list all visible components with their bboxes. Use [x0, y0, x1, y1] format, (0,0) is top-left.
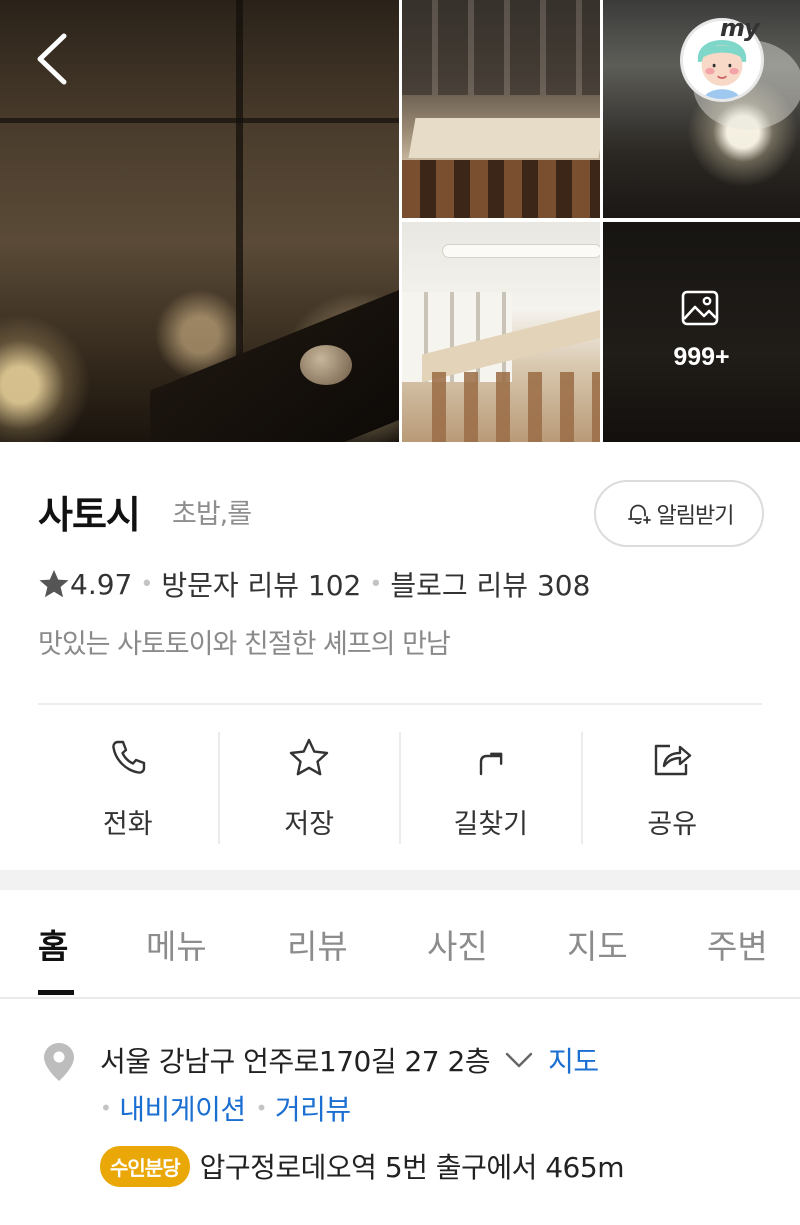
tab-bar: 홈 메뉴 리뷰 사진 지도 주변 — [0, 890, 800, 998]
chevron-down-icon[interactable] — [502, 1048, 536, 1072]
separator-dot: • — [100, 1096, 112, 1120]
divider — [38, 703, 762, 705]
tab-map[interactable]: 지도 — [567, 920, 628, 968]
photo-detail — [402, 160, 600, 218]
save-button[interactable]: 저장 — [217, 732, 400, 844]
address-row: 서울 강남구 언주로170길 27 2층 지도 — [100, 1038, 599, 1082]
call-label: 전화 — [102, 809, 153, 840]
directions-icon — [479, 752, 503, 776]
alarm-label: 알림받기 — [656, 503, 735, 529]
separator-dot: • — [255, 1096, 268, 1120]
tab-nearby[interactable]: 주변 — [707, 920, 768, 968]
tab-home[interactable]: 홈 — [38, 920, 68, 968]
subway-line-badge: 수인분당 — [100, 1145, 190, 1187]
photo-detail — [408, 118, 600, 158]
address-text: 서울 강남구 언주로170길 27 2층 — [100, 1045, 491, 1078]
chevron-left-icon — [37, 33, 67, 85]
directions-button[interactable]: 길찾기 — [399, 732, 581, 844]
photo-detail — [150, 269, 399, 442]
place-tagline: 맛있는 사토토이와 친절한 셰프의 만남 — [38, 629, 451, 660]
photo-thumbnail-3[interactable] — [402, 222, 600, 442]
action-bar: 전화 저장 길찾기 공유 — [38, 732, 762, 844]
star-icon — [290, 738, 329, 776]
rating-row: 4.97 • 방문자 리뷰 102 • 블로그 리뷰 308 — [38, 564, 590, 604]
navigation-link[interactable]: 내비게이션 — [119, 1088, 246, 1128]
divider — [0, 997, 800, 999]
street-view-link[interactable]: 거리뷰 — [275, 1088, 351, 1128]
rating-value: 4.97 — [70, 567, 133, 601]
phone-icon — [111, 740, 145, 774]
subway-row: 수인분당 압구정로데오역 5번 출구에서 465m — [100, 1144, 624, 1188]
photo-thumbnail-1[interactable] — [402, 0, 600, 218]
photo-detail — [0, 118, 399, 123]
save-label: 저장 — [284, 809, 335, 840]
share-button[interactable]: 공유 — [580, 732, 763, 844]
more-photos-count: 999+ — [673, 343, 730, 371]
address-links: • 내비게이션 • 거리뷰 — [100, 1086, 351, 1130]
tab-menu[interactable]: 메뉴 — [146, 920, 207, 968]
blog-review-link[interactable]: 블로그 리뷰 308 — [390, 564, 590, 604]
star-filled-icon — [39, 570, 69, 598]
map-link[interactable]: 지도 — [548, 1040, 599, 1080]
back-button[interactable] — [30, 28, 78, 90]
more-photos-overlay[interactable] — [603, 222, 800, 442]
separator-dot: • — [369, 571, 383, 597]
call-button[interactable]: 전화 — [38, 732, 218, 844]
bell-plus-icon — [627, 504, 651, 524]
active-tab-indicator — [38, 990, 74, 995]
section-divider — [0, 870, 800, 890]
share-label: 공유 — [647, 809, 698, 840]
directions-label: 길찾기 — [453, 809, 529, 840]
alarm-button[interactable]: 알림받기 — [594, 480, 764, 547]
location-pin-icon — [44, 1043, 74, 1081]
photo-detail — [442, 244, 600, 258]
separator-dot: • — [140, 571, 154, 597]
photo-detail — [402, 0, 600, 95]
visitor-review-link[interactable]: 방문자 리뷰 102 — [161, 564, 361, 604]
subway-directions-text: 압구정로데오역 5번 출구에서 465m — [199, 1151, 625, 1184]
share-icon — [655, 744, 692, 776]
place-name: 사토시 — [38, 493, 141, 537]
photo-detail — [432, 372, 600, 442]
place-category: 초밥,롤 — [172, 499, 252, 530]
image-icon — [681, 290, 719, 326]
my-label: my — [720, 14, 760, 42]
tab-review[interactable]: 리뷰 — [287, 920, 348, 968]
tab-photo[interactable]: 사진 — [427, 920, 488, 968]
photo-detail — [300, 345, 352, 385]
